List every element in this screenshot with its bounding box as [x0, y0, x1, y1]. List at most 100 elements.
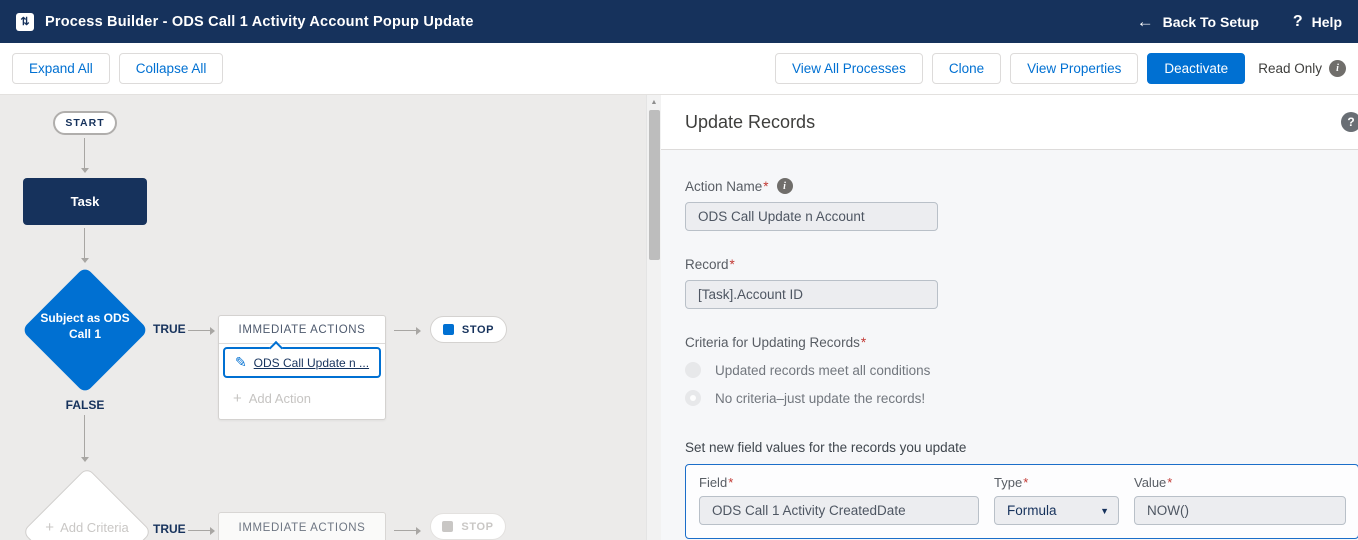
connector-task-decision — [84, 228, 85, 262]
toolbar: Expand All Collapse All View All Process… — [0, 43, 1358, 95]
read-only-label: Read Only — [1258, 61, 1322, 76]
criteria-option-label: Updated records meet all conditions — [715, 363, 930, 378]
required-asterisk: * — [1167, 475, 1172, 490]
back-arrow-icon: ← — [1137, 12, 1154, 32]
pencil-icon: ✎ — [235, 354, 247, 371]
view-all-processes-button[interactable]: View All Processes — [775, 53, 923, 84]
start-node: START — [53, 111, 117, 135]
read-only-info-icon[interactable]: i — [1329, 60, 1346, 77]
app-header: ⇅ Process Builder - ODS Call 1 Activity … — [0, 0, 1358, 43]
stop-node-2: STOP — [430, 513, 506, 540]
required-asterisk: * — [861, 335, 866, 350]
required-asterisk: * — [728, 475, 733, 490]
type-dropdown-value: Formula — [1007, 503, 1057, 518]
radio-selected-icon — [685, 390, 701, 406]
connector-false-next — [84, 415, 85, 461]
stop-square-icon — [443, 324, 454, 335]
immediate-actions-header-2: IMMEDIATE ACTIONS — [219, 513, 385, 540]
toolbar-right: View All Processes Clone View Properties… — [775, 53, 1346, 84]
value-label-row: Value* — [1134, 475, 1346, 490]
immediate-actions-box-2: IMMEDIATE ACTIONS — [218, 512, 386, 540]
connector-true-actions — [188, 330, 214, 331]
scrollbar-up-arrow-icon[interactable]: ▲ — [647, 95, 661, 109]
action-link-label: ODS Call Update n ... — [254, 356, 369, 370]
criteria-label: Criteria for Updating Records* — [685, 335, 866, 350]
field-input: ODS Call 1 Activity CreatedDate — [699, 496, 979, 525]
action-name-label-row: Action Name* i — [685, 178, 1358, 194]
header-actions: ← Back To Setup ? Help — [1137, 12, 1342, 32]
true-branch-label: TRUE — [153, 322, 186, 336]
add-action-button[interactable]: + Add Action — [233, 390, 311, 407]
connector-true-actions-2 — [188, 530, 214, 531]
field-column: Field* ODS Call 1 Activity CreatedDate — [699, 475, 979, 525]
stop-node: STOP — [430, 316, 507, 343]
page-title: Process Builder - ODS Call 1 Activity Ac… — [45, 14, 474, 30]
read-only-status: Read Only i — [1258, 60, 1346, 77]
record-label: Record* — [685, 257, 735, 272]
criteria-option-label: No criteria–just update the records! — [715, 391, 925, 406]
radio-unselected-icon — [685, 362, 701, 378]
type-label-row: Type* — [994, 475, 1119, 490]
deactivate-button[interactable]: Deactivate — [1147, 53, 1245, 84]
action-ods-call-update[interactable]: ✎ ODS Call Update n ... — [223, 347, 381, 378]
required-asterisk: * — [730, 257, 735, 272]
plus-icon: + — [233, 390, 242, 407]
immediate-actions-box: IMMEDIATE ACTIONS ✎ ODS Call Update n ..… — [218, 315, 386, 420]
record-group: Record* [Task].Account ID — [685, 257, 1358, 309]
add-criteria-button[interactable]: + Add Criteria — [20, 519, 154, 536]
question-mark-icon: ? — [1293, 13, 1303, 31]
scrollbar-thumb[interactable] — [649, 110, 660, 260]
set-values-heading: Set new field values for the records you… — [685, 440, 1358, 455]
decision-node-subject-as-ods-call-1[interactable] — [21, 266, 148, 393]
add-criteria-label: Add Criteria — [60, 520, 129, 535]
stop-label: STOP — [462, 324, 494, 336]
back-to-setup-label: Back To Setup — [1163, 14, 1259, 30]
stop-square-icon — [442, 521, 453, 532]
false-branch-label: FALSE — [64, 398, 106, 412]
type-label: Type* — [994, 475, 1028, 490]
connector-start-task — [84, 138, 85, 172]
record-input: [Task].Account ID — [685, 280, 938, 309]
action-name-info-icon[interactable]: i — [777, 178, 793, 194]
help-link[interactable]: ? Help — [1293, 13, 1342, 31]
action-name-label: Action Name* — [685, 179, 769, 194]
help-label: Help — [1312, 14, 1342, 30]
panel-body: Action Name* i ODS Call Update n Account… — [661, 150, 1358, 540]
type-column: Type* Formula ▼ — [994, 475, 1119, 525]
collapse-all-button[interactable]: Collapse All — [119, 53, 224, 84]
view-properties-button[interactable]: View Properties — [1010, 53, 1138, 84]
true-branch-label-2: TRUE — [153, 522, 186, 536]
value-input: NOW() — [1134, 496, 1346, 525]
process-builder-app-icon: ⇅ — [16, 13, 34, 31]
type-dropdown: Formula ▼ — [994, 496, 1119, 525]
immediate-actions-header: IMMEDIATE ACTIONS — [219, 316, 385, 344]
process-canvas: START Task Subject as ODS Call 1 TRUE IM… — [0, 95, 646, 540]
value-label: Value* — [1134, 475, 1172, 490]
required-asterisk: * — [763, 179, 768, 194]
add-action-label: Add Action — [249, 391, 311, 406]
expand-all-button[interactable]: Expand All — [12, 53, 110, 84]
clone-button[interactable]: Clone — [932, 53, 1001, 84]
field-label-row: Field* — [699, 475, 979, 490]
update-records-panel: Update Records ? Action Name* i ODS Call… — [661, 95, 1358, 540]
toolbar-left: Expand All Collapse All — [12, 53, 223, 84]
panel-header: Update Records ? — [661, 95, 1358, 150]
back-to-setup-link[interactable]: ← Back To Setup — [1137, 12, 1259, 32]
task-node[interactable]: Task — [23, 178, 147, 225]
panel-title: Update Records — [685, 112, 815, 133]
caret-down-icon: ▼ — [1100, 506, 1109, 516]
action-name-input: ODS Call Update n Account — [685, 202, 938, 231]
plus-icon: + — [45, 519, 54, 536]
criteria-group: Criteria for Updating Records* Updated r… — [685, 335, 1358, 406]
criteria-option-conditions: Updated records meet all conditions — [685, 362, 1358, 378]
action-name-group: Action Name* i ODS Call Update n Account — [685, 178, 1358, 231]
criteria-option-no-criteria: No criteria–just update the records! — [685, 390, 1358, 406]
main-area: START Task Subject as ODS Call 1 TRUE IM… — [0, 95, 1358, 540]
stop-label-2: STOP — [461, 521, 493, 533]
field-label: Field* — [699, 475, 733, 490]
canvas-scrollbar[interactable]: ▲ — [646, 95, 661, 540]
field-values-row: Field* ODS Call 1 Activity CreatedDate T… — [685, 464, 1358, 539]
panel-help-icon[interactable]: ? — [1341, 112, 1358, 132]
required-asterisk: * — [1023, 475, 1028, 490]
record-label-row: Record* — [685, 257, 1358, 272]
